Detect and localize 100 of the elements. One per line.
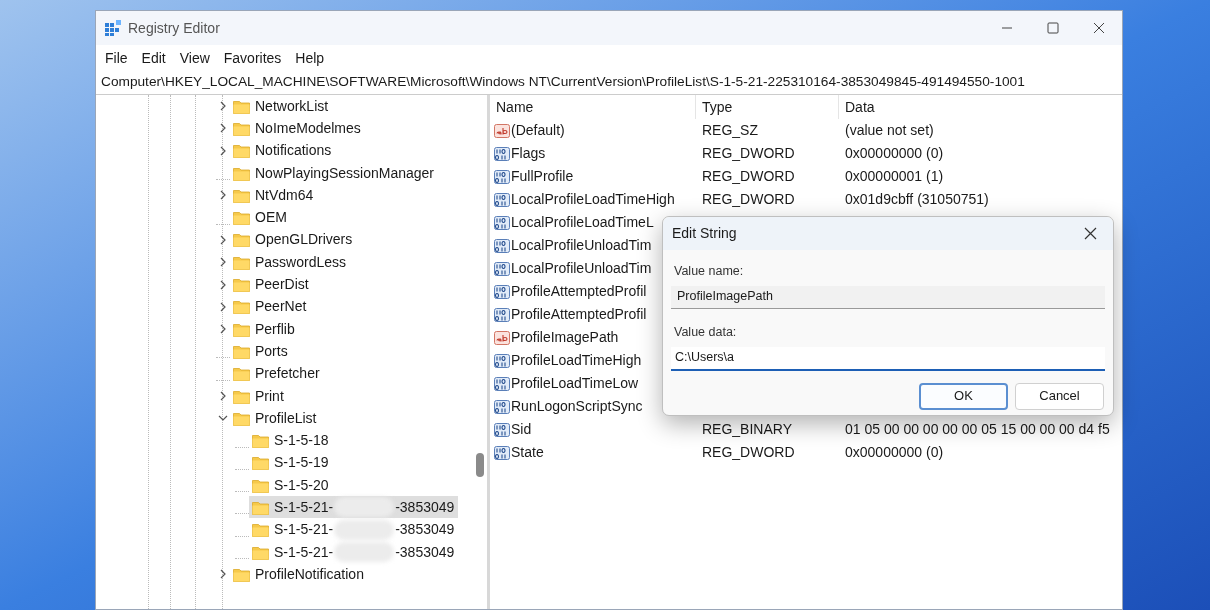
value-name[interactable]: Flags xyxy=(511,143,546,164)
tree-item[interactable]: PasswordLess xyxy=(230,251,351,274)
value-name[interactable]: LocalProfileUnloadTim xyxy=(511,258,652,279)
scrollbar-thumb[interactable] xyxy=(476,453,484,477)
value-name[interactable]: ProfileImagePath xyxy=(511,327,619,348)
folder-icon xyxy=(233,343,250,359)
tree-item[interactable]: S-1-5-18 xyxy=(249,429,333,452)
value-data: 01 05 00 00 00 00 00 05 15 00 00 00 d4 f5 xyxy=(845,421,1110,437)
folder-icon xyxy=(233,277,250,292)
value-data: 0x00000001 (1) xyxy=(845,168,944,184)
chevron-right-icon[interactable] xyxy=(218,391,228,401)
binary-value-icon xyxy=(494,306,510,323)
value-type: REG_BINARY xyxy=(702,421,792,437)
chevron-right-icon[interactable] xyxy=(218,234,228,245)
tree-item[interactable]: ProfileList xyxy=(230,407,321,430)
chevron-right-icon[interactable] xyxy=(218,257,228,268)
field-label: Value name: xyxy=(674,263,745,280)
value-name[interactable]: ProfileLoadTimeLow xyxy=(511,373,639,394)
chevron-right-icon[interactable] xyxy=(218,101,228,112)
binary-value-icon xyxy=(494,214,510,231)
value-name[interactable]: (Default) xyxy=(511,120,565,141)
tree-item[interactable]: ProfileNotification xyxy=(230,563,368,586)
tree-item[interactable]: S-1-5-21- -3853049 xyxy=(249,518,459,541)
value-name[interactable]: ProfileAttemptedProfil xyxy=(511,281,647,302)
folder-icon xyxy=(233,143,250,159)
value-type: REG_DWORD xyxy=(702,444,795,460)
tree-item[interactable]: NetworkList xyxy=(230,95,333,118)
folder-icon xyxy=(233,299,250,315)
folder-icon xyxy=(252,477,269,493)
binary-value-icon xyxy=(494,375,510,392)
folder-icon xyxy=(233,120,250,136)
binary-value-icon xyxy=(494,398,510,415)
value-type: REG_DWORD xyxy=(702,191,795,207)
value-data: 0x00000000 (0) xyxy=(845,145,944,161)
chevron-right-icon[interactable] xyxy=(218,190,228,201)
binary-value-icon xyxy=(494,191,510,208)
tree-item[interactable]: OEM xyxy=(230,206,291,229)
chevron-right-icon[interactable] xyxy=(218,279,228,290)
menu-item[interactable]: Help xyxy=(288,46,332,70)
folder-icon xyxy=(252,544,269,560)
value-name[interactable]: Sid xyxy=(511,419,532,440)
tree-item[interactable]: Prefetcher xyxy=(230,362,324,385)
value-name[interactable]: FullProfile xyxy=(511,166,574,187)
binary-value-icon xyxy=(494,352,510,369)
tree-item[interactable]: S-1-5-21- -3853049 xyxy=(249,496,459,519)
value-name[interactable]: ProfileAttemptedProfil xyxy=(511,304,647,325)
value-type: REG_SZ xyxy=(702,122,758,138)
tree-item[interactable]: Ports xyxy=(230,340,292,363)
tree-item[interactable]: Perflib xyxy=(230,318,299,341)
value-name[interactable]: LocalProfileUnloadTim xyxy=(511,235,652,256)
chevron-right-icon[interactable] xyxy=(218,324,228,335)
close-icon xyxy=(1093,22,1105,34)
menu-item[interactable]: View xyxy=(172,46,217,70)
value-data-field[interactable]: C:\Users\a xyxy=(671,346,1105,371)
chevron-right-icon[interactable] xyxy=(218,145,228,156)
string-value-icon xyxy=(494,329,510,346)
column-header[interactable]: Data xyxy=(839,95,1122,119)
tree-item[interactable]: S-1-5-21- -3853049 xyxy=(249,541,459,564)
folder-icon xyxy=(252,500,269,515)
folder-icon xyxy=(252,455,269,471)
close-icon xyxy=(1083,227,1097,240)
folder-icon xyxy=(233,165,250,181)
folder-icon xyxy=(252,433,269,449)
menu-item[interactable]: File xyxy=(98,46,135,70)
tree-item[interactable]: NowPlayingSessionManager xyxy=(230,162,438,185)
ok-button[interactable]: OK xyxy=(919,382,1008,410)
value-name[interactable]: LocalProfileLoadTimeL xyxy=(511,212,654,233)
chevron-right-icon[interactable] xyxy=(218,301,228,312)
tree-item[interactable]: S-1-5-19 xyxy=(249,451,333,474)
value-data: 0x01d9cbff (31050751) xyxy=(845,191,989,207)
column-header[interactable]: Name xyxy=(490,95,696,119)
value-name[interactable]: ProfileLoadTimeHigh xyxy=(511,350,642,371)
menu-item[interactable]: Edit xyxy=(134,46,173,70)
tree-item[interactable]: OpenGLDrivers xyxy=(230,228,357,251)
value-type: REG_DWORD xyxy=(702,145,795,161)
folder-icon xyxy=(233,566,250,582)
folder-icon xyxy=(233,232,250,248)
folder-icon xyxy=(233,98,250,114)
menu-item[interactable]: Favorites xyxy=(216,46,289,70)
tree-item[interactable]: S-1-5-20 xyxy=(249,474,333,497)
folder-icon xyxy=(233,187,250,203)
tree-item[interactable]: Print xyxy=(230,385,288,407)
column-header[interactable]: Type xyxy=(696,95,839,119)
address-bar[interactable]: Computer\HKEY_LOCAL_MACHINE\SOFTWARE\Microsoft\Windows NT\CurrentVersion\ProfileList\S-1-5-21-225310164-3853049845-491494550-1001 xyxy=(96,72,1025,93)
tree-item[interactable]: NoImeModelmes xyxy=(230,117,365,140)
value-name[interactable]: LocalProfileLoadTimeHigh xyxy=(511,189,675,210)
value-name[interactable]: RunLogonScriptSync xyxy=(511,396,643,417)
chevron-right-icon[interactable] xyxy=(218,569,228,580)
tree-item[interactable]: Notifications xyxy=(230,139,336,162)
tree-item[interactable]: PeerDist xyxy=(230,273,313,296)
tree-item[interactable]: NtVdm64 xyxy=(230,184,318,207)
binary-value-icon xyxy=(494,237,510,254)
cancel-button[interactable]: Cancel xyxy=(1015,382,1104,410)
value-name-field[interactable]: ProfileImagePath xyxy=(671,285,1105,309)
value-name[interactable]: State xyxy=(511,442,544,463)
registry-grid-icon xyxy=(104,19,122,37)
chevron-right-icon[interactable] xyxy=(218,123,228,134)
binary-value-icon xyxy=(494,444,510,461)
folder-icon xyxy=(233,321,250,337)
tree-item[interactable]: PeerNet xyxy=(230,295,311,318)
